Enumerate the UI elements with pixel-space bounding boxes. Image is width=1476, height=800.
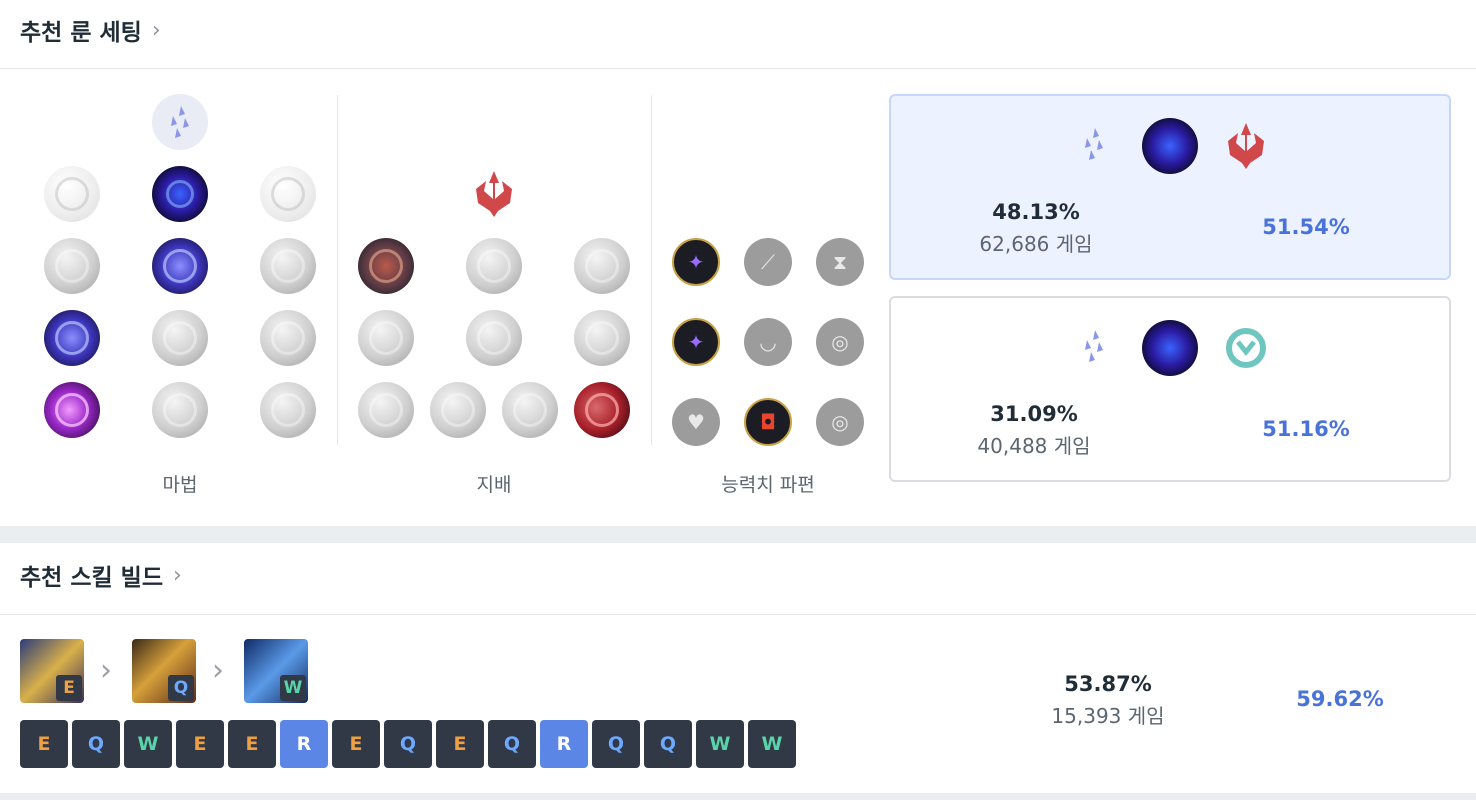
arrow-right-icon: › — [212, 653, 224, 688]
skill-level-12: Q — [592, 720, 640, 768]
sorcery-path-icon — [1066, 118, 1122, 174]
skill-level-2: Q — [72, 720, 120, 768]
rune-setup-title[interactable]: 추천 룬 세팅 › — [20, 15, 161, 47]
rune-treasure-hunter[interactable] — [358, 382, 414, 438]
rune-summon-aery[interactable] — [44, 166, 100, 222]
skill-build-title-text: 추천 스킬 빌드 — [20, 565, 163, 591]
skill-key-badge: E — [56, 675, 82, 701]
sorcery-path-icon — [152, 94, 208, 150]
chevron-right-icon: › — [151, 17, 161, 43]
primary-tree-label: 마법 — [162, 474, 198, 496]
pick-rate: 31.09% — [990, 402, 1078, 426]
win-rate: 51.54% — [1262, 215, 1350, 239]
rune-taste-of-blood[interactable] — [466, 238, 522, 294]
rune-setup-card: 추천 룬 세팅 › 마법 지배 ✦ ⟋ ⧗ ✦ ◡ ◎ ♥ ◘ ◎ 능력치 파편 — [0, 0, 1476, 526]
rune-zombie-ward[interactable] — [358, 310, 414, 366]
rune-set-option-1[interactable]: 48.13% 62,686 게임 51.54% — [889, 94, 1451, 280]
skill-level-1: E — [20, 720, 68, 768]
divider — [651, 95, 652, 445]
shards-label: 능력치 파편 — [721, 474, 815, 496]
skill-level-13: Q — [644, 720, 692, 768]
skill-order-sequence: E Q W E E R E Q E Q R Q Q W W — [20, 720, 796, 768]
pick-stats: 31.09% 40,488 게임 — [954, 402, 1114, 459]
rune-set-icons — [891, 118, 1449, 174]
rune-ghost-poro[interactable] — [466, 310, 522, 366]
rune-cheap-shot[interactable] — [358, 238, 414, 294]
rune-absolute-focus[interactable] — [260, 310, 316, 366]
rune-waterwalking[interactable] — [152, 382, 208, 438]
skill-key-badge: Q — [168, 675, 194, 701]
arrow-right-icon: › — [100, 653, 112, 688]
skill-level-14: W — [696, 720, 744, 768]
skill-q-icon: Q — [132, 639, 196, 703]
skill-level-11: R — [540, 720, 588, 768]
shard-adaptive-force-icon[interactable]: ✦ — [672, 318, 720, 366]
rune-set-option-2[interactable]: 31.09% 40,488 게임 51.16% — [889, 296, 1451, 482]
shard-ability-haste-icon[interactable]: ⧗ — [816, 238, 864, 286]
win-rate: 51.16% — [1262, 417, 1350, 441]
rune-manaflow-band[interactable] — [152, 238, 208, 294]
rune-gathering-storm[interactable] — [260, 382, 316, 438]
divider — [337, 95, 338, 445]
rune-scorch[interactable] — [44, 382, 100, 438]
rune-ultimate-hunter[interactable] — [574, 382, 630, 438]
rune-phase-rush[interactable] — [260, 166, 316, 222]
pick-rate: 48.13% — [992, 200, 1080, 224]
rune-relentless-hunter[interactable] — [502, 382, 558, 438]
rune-celerity[interactable] — [152, 310, 208, 366]
secondary-tree-label: 지배 — [476, 474, 512, 496]
shard-health-icon[interactable]: ♥ — [672, 398, 720, 446]
game-count: 62,686 게임 — [979, 232, 1093, 256]
rune-set-icons — [891, 320, 1449, 376]
skill-level-15: W — [748, 720, 796, 768]
shard-magic-resist-icon[interactable]: ◎ — [816, 398, 864, 446]
shard-adaptive-force-icon[interactable]: ✦ — [672, 238, 720, 286]
pick-rate: 53.87% — [1064, 672, 1152, 696]
game-count: 40,488 게임 — [977, 434, 1091, 458]
skill-level-5: E — [228, 720, 276, 768]
game-count: 15,393 게임 — [1051, 704, 1165, 728]
skill-build-title[interactable]: 추천 스킬 빌드 › — [20, 560, 182, 592]
divider — [0, 68, 1476, 69]
resolve-path-icon — [1218, 320, 1274, 376]
skill-level-10: Q — [488, 720, 536, 768]
skill-level-8: Q — [384, 720, 432, 768]
skill-build-card: 추천 스킬 빌드 › E › Q › W E Q W E E R E Q E Q… — [0, 543, 1476, 793]
rune-nullifying-orb[interactable] — [44, 238, 100, 294]
pick-stats: 48.13% 62,686 게임 — [956, 200, 1116, 257]
skill-level-7: E — [332, 720, 380, 768]
shard-attack-speed-icon[interactable]: ⟋ — [744, 238, 792, 286]
rune-arcane-comet[interactable] — [152, 166, 208, 222]
rune-eyeball-collection[interactable] — [574, 310, 630, 366]
skill-level-4: E — [176, 720, 224, 768]
arcane-comet-icon — [1142, 320, 1198, 376]
skill-level-9: E — [436, 720, 484, 768]
win-rate: 59.62% — [1296, 687, 1384, 711]
rune-nimbus-cloak[interactable] — [260, 238, 316, 294]
chevron-right-icon: › — [172, 562, 182, 588]
shard-magic-resist-icon[interactable]: ◎ — [816, 318, 864, 366]
shard-armor-icon[interactable]: ◡ — [744, 318, 792, 366]
skill-pick-stats: 53.87% 15,393 게임 — [1028, 672, 1188, 729]
shard-armor-icon[interactable]: ◘ — [744, 398, 792, 446]
skill-level-3: W — [124, 720, 172, 768]
divider — [0, 614, 1476, 615]
domination-path-icon — [1218, 118, 1274, 174]
rune-ingenious-hunter[interactable] — [430, 382, 486, 438]
arcane-comet-icon — [1142, 118, 1198, 174]
rune-setup-title-text: 추천 룬 세팅 — [20, 20, 142, 46]
rune-transcendence[interactable] — [44, 310, 100, 366]
skill-e-icon: E — [20, 639, 84, 703]
skill-w-icon: W — [244, 639, 308, 703]
skill-key-badge: W — [280, 675, 306, 701]
sorcery-path-icon — [1066, 320, 1122, 376]
rune-sudden-impact[interactable] — [574, 238, 630, 294]
domination-path-icon — [466, 166, 522, 222]
skill-level-6: R — [280, 720, 328, 768]
